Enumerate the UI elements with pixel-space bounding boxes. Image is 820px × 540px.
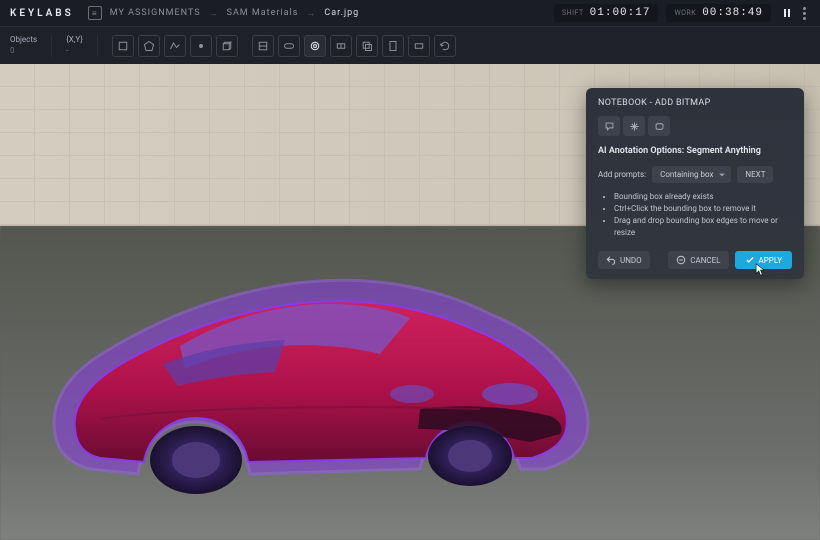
work-value: 00:38:49 (702, 7, 763, 19)
apply-button[interactable]: APPLY (735, 251, 793, 269)
crumb-file[interactable]: Car.jpg (324, 8, 359, 18)
bbox-tool-icon[interactable] (112, 35, 134, 57)
tool-group-a (112, 35, 238, 57)
chevron-right-icon: → (306, 8, 316, 19)
app-logo: KEYLABS (10, 8, 74, 19)
notebook-panel: NOTEBOOK - ADD BITMAP AI Anotation Optio… (586, 88, 804, 279)
panel-title: NOTEBOOK - ADD BITMAP (598, 98, 792, 108)
undo-icon (606, 255, 616, 265)
cursor-icon (755, 263, 766, 277)
hints-list: Bounding box already exists Ctrl+Click t… (598, 191, 792, 239)
check-icon (745, 255, 755, 265)
sparkle-icon[interactable] (623, 116, 645, 136)
prompt-type-select[interactable]: Containing box (652, 166, 731, 183)
point-tool-icon[interactable] (190, 35, 212, 57)
cuboid-tool-icon[interactable] (216, 35, 238, 57)
segmented-object-car[interactable] (20, 234, 610, 494)
shift-timer: SHIFT 01:00:17 (554, 4, 658, 22)
panel-heading: AI Anotation Options: Segment Anything (598, 146, 792, 156)
undo-button[interactable]: UNDO (598, 251, 650, 269)
segmentation-mask (20, 234, 610, 494)
hint-item: Drag and drop bounding box edges to move… (614, 215, 792, 239)
skeleton-tool-icon[interactable] (330, 35, 352, 57)
panel-actions: UNDO CANCEL APPLY (598, 251, 792, 269)
hint-item: Bounding box already exists (614, 191, 792, 203)
hint-item: Ctrl+Click the bounding box to remove it (614, 203, 792, 215)
delete-tool-icon[interactable] (408, 35, 430, 57)
app-header: KEYLABS ≡ MY ASSIGNMENTS → SAM Materials… (0, 0, 820, 26)
objects-counter: Objects 0 (10, 35, 37, 56)
prompt-row: Add prompts: Containing box NEXT (598, 166, 792, 183)
crumb-folder[interactable]: SAM Materials (227, 8, 299, 18)
mask-icon[interactable] (648, 116, 670, 136)
toolbar: Objects 0 {X,Y} - (0, 26, 820, 64)
tool-group-b (252, 35, 456, 57)
shift-value: 01:00:17 (590, 7, 651, 19)
refresh-tool-icon[interactable] (434, 35, 456, 57)
work-label: WORK (674, 9, 696, 17)
next-button[interactable]: NEXT (737, 166, 773, 183)
crumb-assignments[interactable]: MY ASSIGNMENTS (110, 8, 201, 18)
chevron-right-icon: → (209, 8, 219, 19)
divider (97, 35, 98, 57)
menu-dots-icon[interactable] (799, 7, 810, 20)
chat-icon[interactable] (598, 116, 620, 136)
divider (51, 35, 52, 57)
shift-label: SHIFT (562, 9, 584, 17)
magic-wand-icon[interactable] (304, 35, 326, 57)
brush-tool-icon[interactable] (252, 35, 274, 57)
pause-icon[interactable] (779, 7, 791, 19)
copy-tool-icon[interactable] (356, 35, 378, 57)
cancel-icon (676, 255, 686, 265)
cancel-button[interactable]: CANCEL (668, 251, 728, 269)
panel-mode-icons (598, 116, 792, 136)
assignments-icon[interactable]: ≡ (88, 6, 102, 20)
edit-tool-icon[interactable] (382, 35, 404, 57)
header-right: SHIFT 01:00:17 WORK 00:38:49 (554, 4, 810, 22)
polygon-tool-icon[interactable] (138, 35, 160, 57)
ellipse-tool-icon[interactable] (278, 35, 300, 57)
breadcrumb: ≡ MY ASSIGNMENTS → SAM Materials → Car.j… (88, 6, 360, 20)
work-timer: WORK 00:38:49 (666, 4, 771, 22)
polyline-tool-icon[interactable] (164, 35, 186, 57)
prompt-label: Add prompts: (598, 170, 646, 179)
coord-display: {X,Y} - (66, 35, 83, 56)
